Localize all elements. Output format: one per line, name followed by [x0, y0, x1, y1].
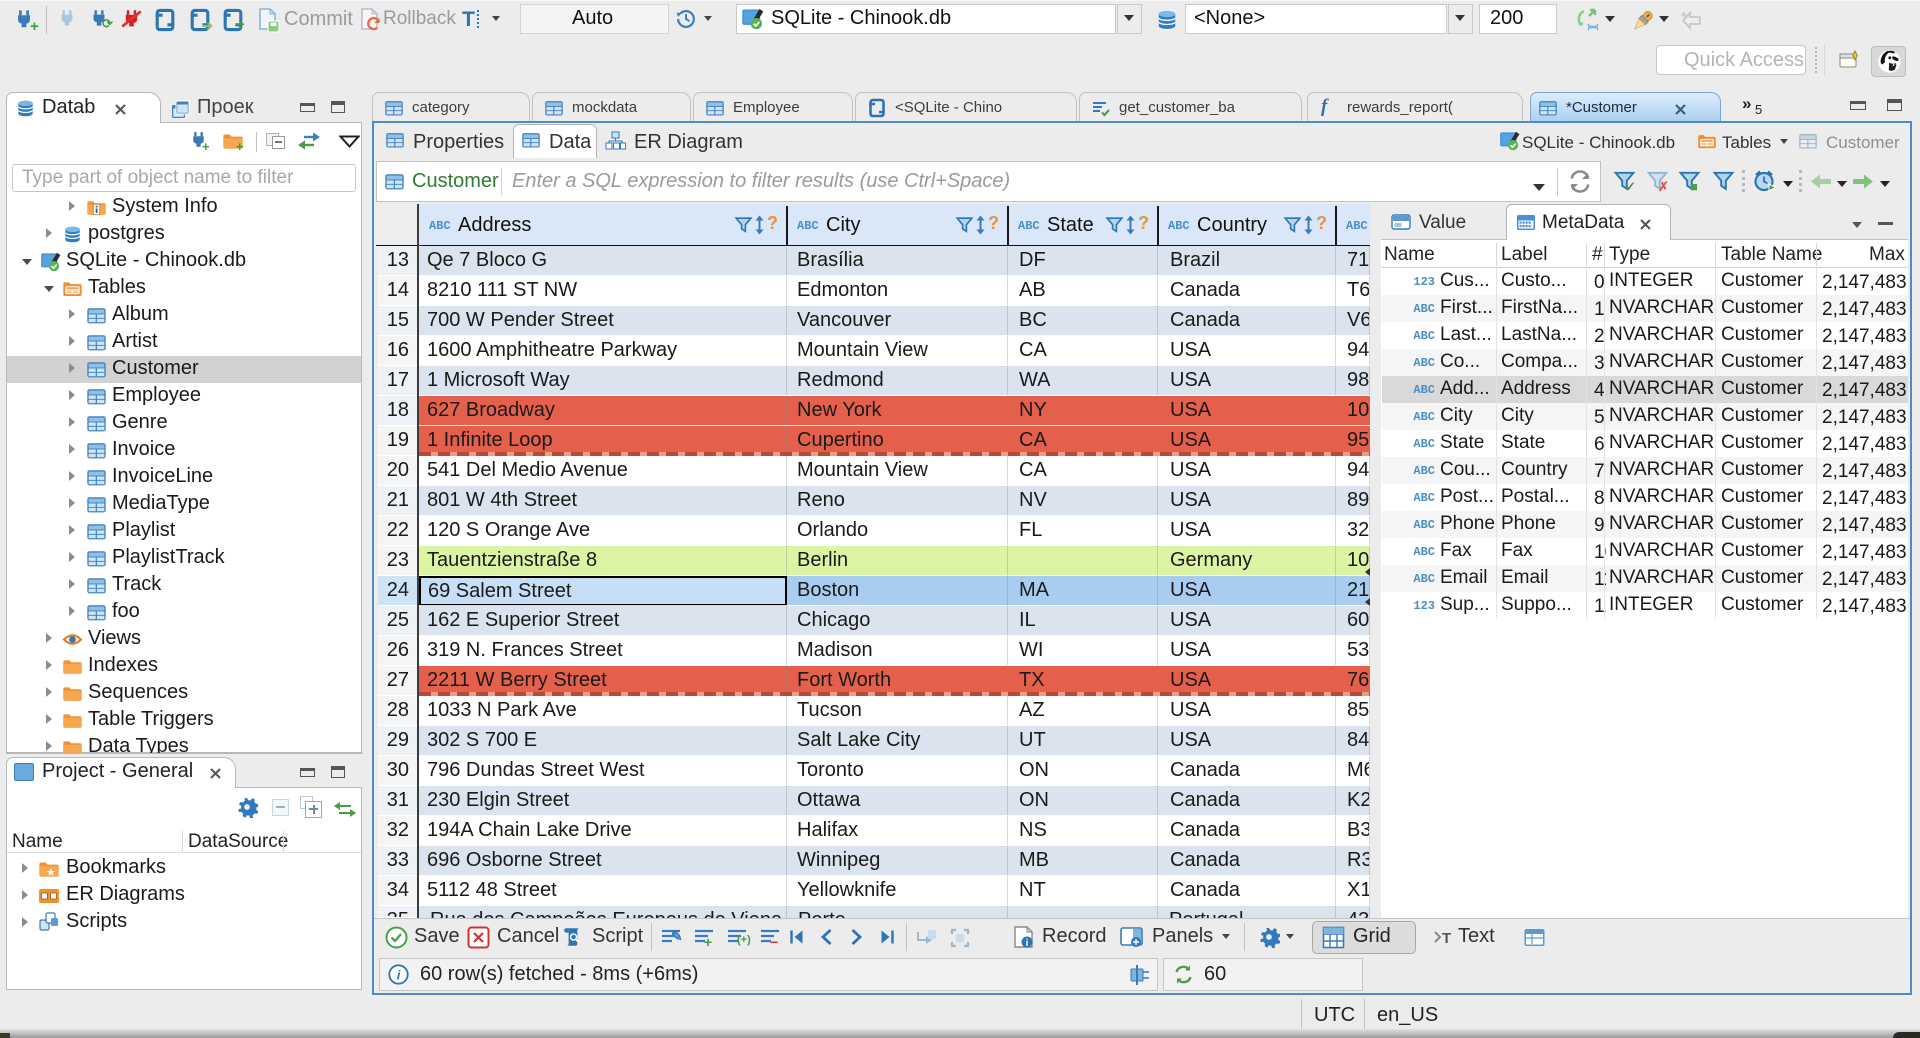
svg-text:i: i: [397, 968, 401, 983]
svg-text:T: T: [1442, 930, 1451, 947]
svg-text:i: i: [1026, 938, 1029, 949]
